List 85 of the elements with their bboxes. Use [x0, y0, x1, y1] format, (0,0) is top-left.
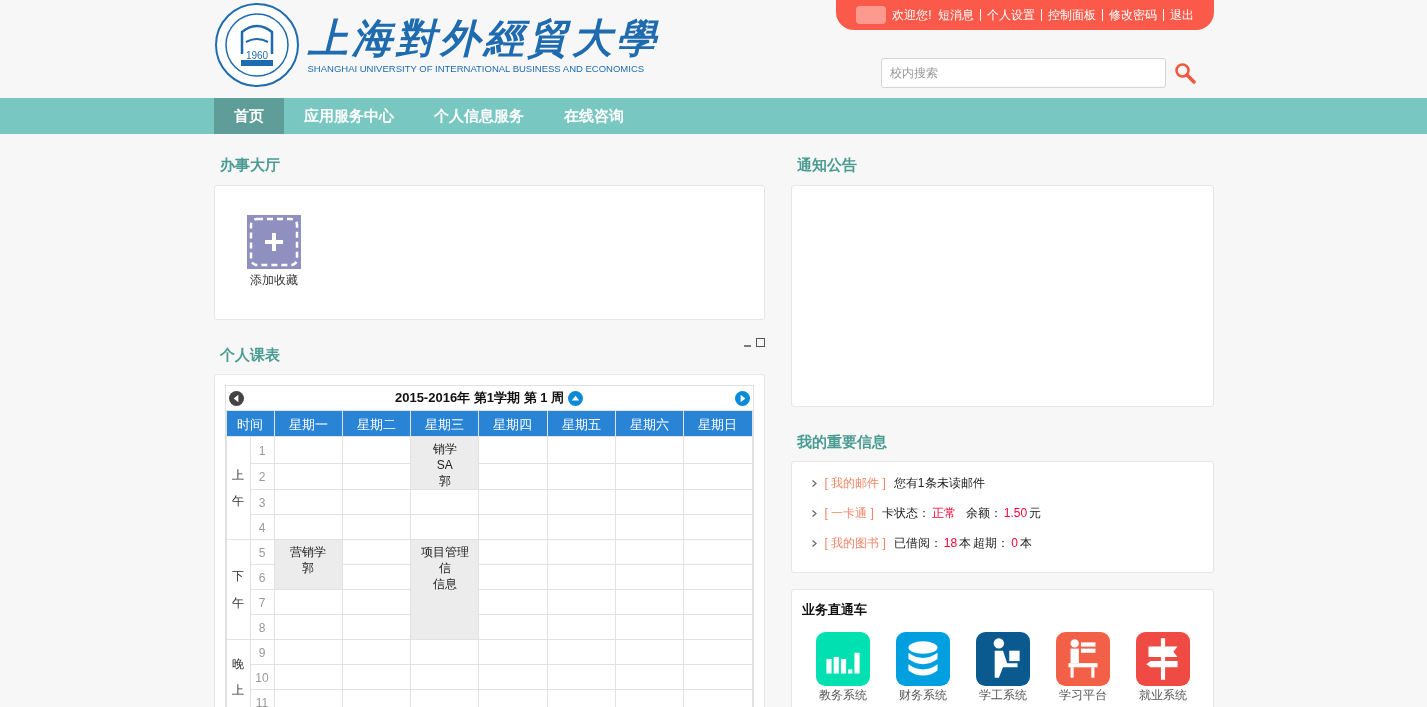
chevron-icon	[811, 509, 817, 517]
info-text: 本	[1019, 535, 1032, 552]
session-label: 晚上	[232, 655, 244, 699]
period-number: 1	[258, 443, 266, 458]
info-text: 1.50	[1003, 505, 1028, 522]
chevron-icon	[811, 539, 817, 547]
course-text: 郭	[438, 473, 451, 489]
info-text: 已借阅：	[893, 535, 942, 552]
period-number: 7	[258, 596, 266, 610]
info-text: 超期：	[973, 535, 1010, 552]
section-title: 我的重要信息	[795, 432, 888, 452]
period-number: 5	[258, 546, 266, 560]
info-text: 本	[959, 535, 972, 552]
app-label[interactable]: 就业系统	[1139, 685, 1187, 704]
column-header: 星期六	[630, 416, 670, 432]
column-header: 星期二	[356, 416, 396, 432]
user-link[interactable]: 短消息	[937, 6, 974, 24]
period-number: 9	[258, 646, 266, 660]
add-icon[interactable]	[246, 215, 301, 269]
favorite-label[interactable]: 添加收藏	[249, 271, 298, 289]
info-tag-link[interactable]: [ 我的图书 ]	[824, 534, 886, 552]
info-text: 元	[1029, 505, 1042, 522]
search-field[interactable]: 校内搜索	[880, 58, 1166, 88]
info-text: 卡状态：	[881, 505, 930, 522]
user-link[interactable]: 退出	[1169, 6, 1194, 24]
user-link[interactable]: 个人设置	[986, 6, 1035, 24]
course-text: 郭	[302, 560, 315, 576]
session-label: 上午	[232, 466, 244, 510]
period-number: 4	[258, 521, 266, 535]
column-header: 星期一	[288, 416, 328, 432]
info-text: 18	[943, 535, 958, 552]
course-text: 信息	[432, 576, 457, 592]
info-text: 0	[1011, 535, 1018, 552]
period-number: 8	[258, 621, 266, 635]
period-number: 2	[258, 470, 266, 485]
welcome-text: 欢迎您!	[892, 7, 932, 24]
maximize-icon[interactable]	[755, 338, 765, 347]
university-seal-logo: 1960	[213, 2, 300, 88]
section-title: 通知公告	[795, 155, 858, 175]
period-number: 10	[255, 671, 269, 685]
column-header: 星期五	[561, 416, 601, 432]
course-text: 项目管理	[420, 544, 469, 560]
week-title: 2015-2016年 第1学期 第 1 周	[394, 389, 565, 408]
next-week-icon[interactable]	[734, 390, 750, 406]
database-app-icon[interactable]	[896, 631, 950, 686]
nav-tab[interactable]: 在线咨询	[543, 98, 644, 134]
app-label[interactable]: 财务系统	[899, 685, 947, 704]
user-link[interactable]: 修改密码	[1108, 6, 1157, 24]
university-english-name: SHANGHAI UNIVERSITY OF INTERNATIONAL BUSINESS AND ECONOMICS	[307, 61, 646, 76]
course-text: 营销学	[290, 544, 327, 560]
nav-tab[interactable]: 应用服务中心	[283, 98, 414, 134]
nav-tab[interactable]: 个人信息服务	[413, 98, 544, 134]
info-tag-link[interactable]: [ 我的邮件 ]	[824, 474, 886, 492]
session-label: 下午	[232, 568, 244, 612]
search-icon[interactable]	[1173, 62, 1196, 84]
study-app-icon[interactable]	[1056, 631, 1110, 686]
course-entry[interactable]: 销学 SA 郭	[411, 437, 479, 489]
column-header: 星期日	[698, 416, 738, 432]
period-number: 3	[258, 496, 266, 510]
column-header: 星期四	[493, 416, 533, 432]
user-link[interactable]: 控制面板	[1047, 6, 1096, 24]
info-tag-link[interactable]: [ 一卡通 ]	[824, 504, 874, 522]
signpost-app-icon[interactable]	[1136, 631, 1190, 686]
previous-week-icon[interactable]	[228, 390, 244, 406]
course-text: SA	[436, 457, 453, 473]
desk-app-icon[interactable]	[976, 631, 1030, 686]
app-label[interactable]: 教务系统	[819, 685, 867, 704]
nav-tab[interactable]: 首页	[213, 98, 284, 134]
app-label[interactable]: 学工系统	[979, 685, 1027, 704]
info-text: 您有1条未读邮件	[893, 475, 985, 492]
section-title: 办事大厅	[218, 155, 281, 175]
period-number: 6	[258, 571, 266, 585]
app-label[interactable]: 学习平台	[1059, 685, 1107, 704]
course-text: 销学	[432, 441, 457, 457]
quick-links-title: 业务直通车	[801, 601, 868, 619]
column-header: 时间	[237, 416, 263, 432]
info-text: 余额：	[965, 505, 1002, 522]
university-name: 上海對外經貿大學	[307, 13, 660, 62]
column-header: 星期三	[425, 416, 465, 432]
info-text: 正常	[931, 505, 956, 522]
section-title: 个人课表	[218, 345, 280, 365]
username-blur	[856, 6, 887, 24]
period-number: 11	[255, 696, 269, 707]
chevron-icon	[811, 479, 817, 487]
course-text: 信	[438, 560, 451, 576]
